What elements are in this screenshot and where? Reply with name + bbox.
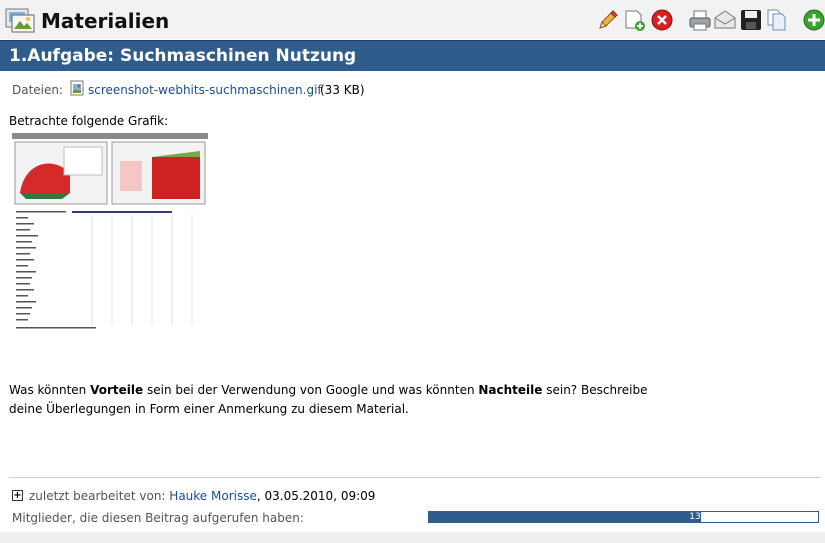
expand-plus-icon[interactable]: + — [12, 490, 23, 501]
viewers-count: 13 — [689, 512, 701, 522]
print-icon[interactable] — [688, 8, 712, 32]
last-edited: zuletzt bearbeitet von: Hauke Morisse, 0… — [29, 489, 376, 503]
intro-text: Betrachte folgende Grafik: — [9, 114, 169, 128]
title-bar: Materialien — [0, 0, 825, 39]
copy-document-icon[interactable] — [765, 8, 789, 32]
question-text: Was könnten Vorteile sein bei der Verwen… — [9, 383, 648, 416]
file-download-link[interactable]: screenshot-webhits-suchmaschinen.gif — [88, 83, 322, 97]
task-header: 1.Aufgabe: Suchmaschinen Nutzung — [0, 40, 825, 71]
new-document-icon[interactable] — [623, 8, 647, 32]
add-icon[interactable] — [802, 8, 825, 32]
viewers-bar-fill — [429, 512, 702, 522]
viewers-label: Mitglieder, die diesen Beitrag aufgerufe… — [12, 511, 304, 525]
webhits-screenshot-image[interactable] — [12, 133, 208, 333]
viewers-bar: 13 — [428, 511, 819, 523]
delete-icon[interactable] — [650, 8, 674, 32]
edit-date: , 03.05.2010, 09:09 — [256, 489, 376, 503]
save-disk-icon[interactable] — [739, 8, 763, 32]
disadvantages-word: Nachteile — [478, 383, 543, 397]
file-size: (33 KB) — [320, 83, 365, 97]
task-title: 1.Aufgabe: Suchmaschinen Nutzung — [9, 46, 357, 66]
advantages-word: Vorteile — [90, 383, 144, 397]
toolbar — [0, 8, 825, 34]
mail-icon[interactable] — [713, 8, 737, 32]
divider — [9, 477, 821, 478]
bottom-strip — [0, 532, 825, 543]
files-label: Dateien: — [12, 83, 64, 97]
edit-pencil-icon[interactable] — [596, 8, 620, 32]
author-link[interactable]: Hauke Morisse — [169, 489, 257, 503]
image-file-icon — [70, 80, 84, 96]
